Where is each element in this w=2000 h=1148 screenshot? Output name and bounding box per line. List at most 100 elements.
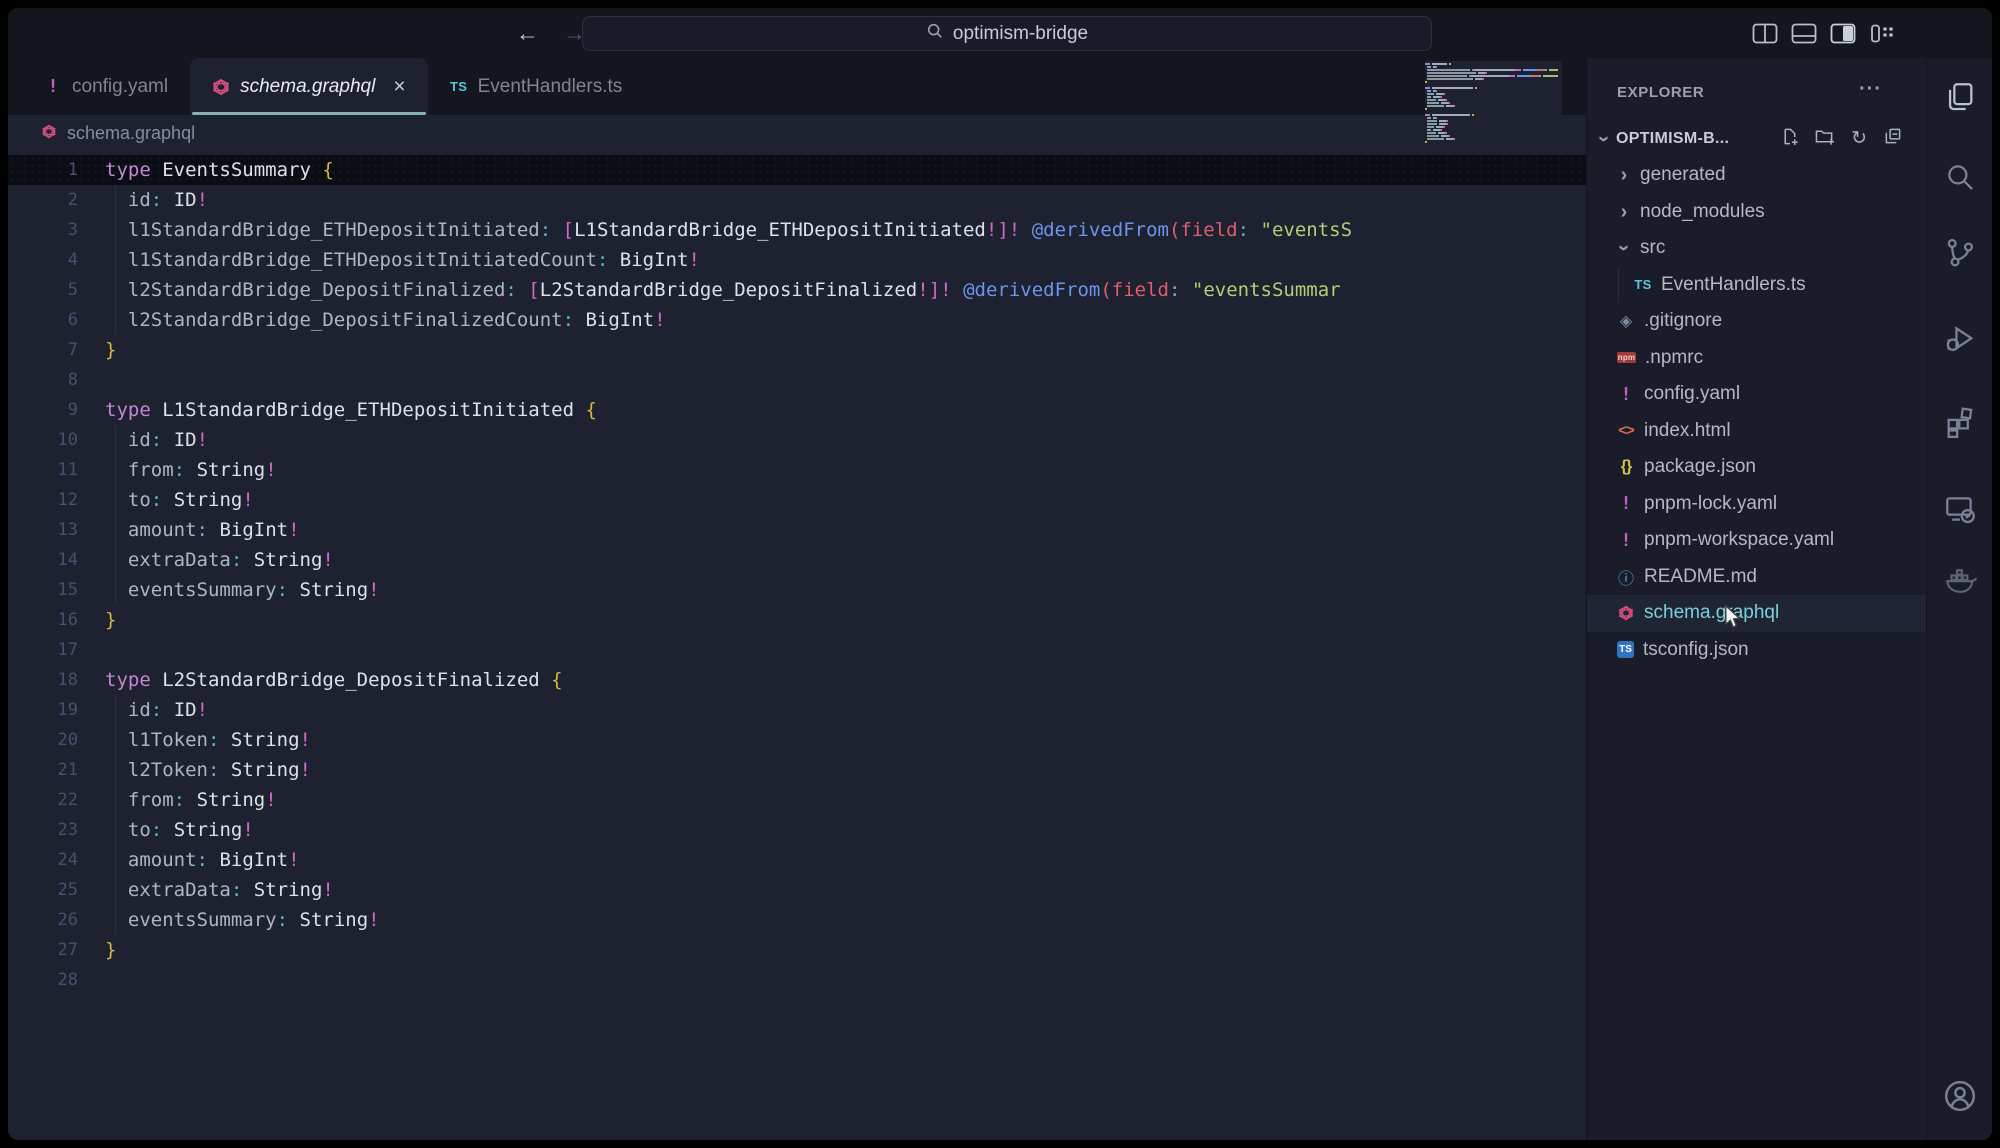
code-line-2[interactable]: 2 id: ID! [8,185,1586,215]
code-line-20[interactable]: 20 l1Token: String! [8,725,1586,755]
chevron-down-icon: › [1594,132,1614,146]
chevron-down-icon: › [1614,241,1634,255]
line-number: 13 [8,515,78,545]
code-line-18[interactable]: 18 type L2StandardBridge_DepositFinalize… [8,665,1586,695]
project-name: OPTIMISM-B... [1616,130,1729,148]
file-label: generated [1640,164,1726,186]
code-line-6[interactable]: 6 l2StandardBridge_DepositFinalizedCount… [8,305,1586,335]
code-line-9[interactable]: 9 type L1StandardBridge_ETHDepositInitia… [8,395,1586,425]
code-line-25[interactable]: 25 extraData: String! [8,875,1586,905]
explorer-toolbar: ↻ [1780,127,1926,151]
project-section-header[interactable]: › OPTIMISM-B... ↻ [1587,122,1926,155]
activity-extensions-icon[interactable] [1927,405,1992,439]
typescript-icon: TS [1634,277,1652,292]
code-line-5[interactable]: 5 l2StandardBridge_DepositFinalized: [L2… [8,275,1586,305]
line-number: 20 [8,725,78,755]
activity-remote-explorer-icon[interactable] [1927,492,1992,526]
code-line-23[interactable]: 23 to: String! [8,815,1586,845]
activity-files-icon[interactable] [1927,80,1992,114]
code-line-16[interactable]: 16 } [8,605,1586,635]
activity-docker-icon[interactable] [1927,562,1992,596]
code-line-28[interactable]: 28 [8,965,1586,995]
explorer-more-icon[interactable]: ··· [1859,78,1882,101]
refresh-icon[interactable]: ↻ [1851,129,1867,148]
file-label: pnpm-lock.yaml [1644,493,1777,515]
tab-bar: !config.yaml schema.graphql × TSEventHan… [8,58,1586,115]
file-label: index.html [1644,420,1731,442]
file-label: package.json [1644,456,1756,478]
collapse-all-icon[interactable] [1883,127,1902,151]
activity-account-icon[interactable] [1927,1078,1992,1114]
code-line-22[interactable]: 22 from: String! [8,785,1586,815]
code-line-12[interactable]: 12 to: String! [8,485,1586,515]
panel-bottom-icon[interactable] [1791,23,1817,44]
explorer-item-node_modules[interactable]: ›node_modules [1587,194,1926,231]
close-icon[interactable]: × [393,76,405,97]
activity-run-and-debug-icon[interactable] [1927,322,1992,356]
tab-eventhandlers-ts[interactable]: TSEventHandlers.ts [428,58,645,115]
panel-right-active-icon[interactable] [1830,23,1856,44]
explorer-item-eventhandlers-ts[interactable]: TS EventHandlers.ts [1587,267,1926,304]
minimap[interactable] [1425,61,1562,145]
explorer-item-config-yaml[interactable]: !config.yaml [1587,376,1926,413]
explorer-item-tsconfig-json[interactable]: TStsconfig.json [1587,632,1926,669]
npm-icon: npm [1617,352,1636,363]
code-line-10[interactable]: 10 id: ID! [8,425,1586,455]
layout-customize-icon[interactable] [1869,23,1895,44]
code-editor[interactable]: 1 type EventsSummary { 2 id: ID! 3 l1Sta… [8,152,1586,1140]
code-line-17[interactable]: 17 [8,635,1586,665]
json-icon: {} [1617,458,1635,476]
yaml-icon: ! [1617,493,1635,514]
back-arrow-icon[interactable]: ← [516,20,539,47]
new-file-icon[interactable] [1780,127,1799,151]
line-number: 25 [8,875,78,905]
activity-search-icon[interactable] [1927,160,1992,194]
activity-source-control-icon[interactable] [1927,235,1992,269]
explorer-item-index-html[interactable]: <>index.html [1587,413,1926,450]
explorer-item-readme-md[interactable]: ⓘREADME.md [1587,559,1926,596]
code-line-15[interactable]: 15 eventsSummary: String! [8,575,1586,605]
code-line-3[interactable]: 3 l1StandardBridge_ETHDepositInitiated: … [8,215,1586,245]
explorer-item-package-json[interactable]: {} package.json [1587,449,1926,486]
code-line-24[interactable]: 24 amount: BigInt! [8,845,1586,875]
code-line-7[interactable]: 7 } [8,335,1586,365]
command-search-input[interactable]: optimism-bridge [582,16,1432,51]
line-number: 15 [8,575,78,605]
code-line-4[interactable]: 4 l1StandardBridge_ETHDepositInitiatedCo… [8,245,1586,275]
workbench: !config.yaml schema.graphql × TSEventHan… [8,58,1992,1140]
file-label: config.yaml [1644,383,1740,405]
code-line-19[interactable]: 19 id: ID! [8,695,1586,725]
explorer-item-generated[interactable]: ›generated [1587,157,1926,194]
graphql-icon [40,123,58,144]
code-line-21[interactable]: 21 l2Token: String! [8,755,1586,785]
explorer-item--npmrc[interactable]: npm.npmrc [1587,340,1926,377]
file-label: tsconfig.json [1643,639,1749,661]
explorer-item--gitignore[interactable]: ◈.gitignore [1587,303,1926,340]
chevron-right-icon: › [1617,202,1631,222]
panel-left-icon[interactable] [1752,23,1778,44]
info-icon: ⓘ [1617,565,1635,589]
explorer-item-schema-graphql[interactable]: schema.graphql [1587,595,1926,632]
code-line-14[interactable]: 14 extraData: String! [8,545,1586,575]
title-bar: ← → optimism-bridge [8,8,1992,58]
explorer-item-src[interactable]: ›src [1587,230,1926,267]
file-label: EventHandlers.ts [1661,274,1806,296]
line-number: 4 [8,245,78,275]
tab-config-yaml[interactable]: !config.yaml [22,58,190,115]
code-line-8[interactable]: 8 [8,365,1586,395]
mouse-cursor [1720,604,1743,636]
new-folder-icon[interactable] [1815,127,1835,151]
tab-schema-graphql[interactable]: schema.graphql × [190,58,427,115]
code-line-13[interactable]: 13 amount: BigInt! [8,515,1586,545]
line-number: 23 [8,815,78,845]
code-line-26[interactable]: 26 eventsSummary: String! [8,905,1586,935]
line-number: 24 [8,845,78,875]
explorer-title: EXPLORER [1617,84,1704,101]
code-line-11[interactable]: 11 from: String! [8,455,1586,485]
explorer-item-pnpm-lock-yaml[interactable]: ! pnpm-lock.yaml [1587,486,1926,523]
code-line-1[interactable]: 1 type EventsSummary { [8,155,1586,185]
line-number: 8 [8,365,78,395]
breadcrumb[interactable]: schema.graphql [8,115,1586,152]
code-line-27[interactable]: 27 } [8,935,1586,965]
explorer-item-pnpm-workspace-yaml[interactable]: !pnpm-workspace.yaml [1587,522,1926,559]
